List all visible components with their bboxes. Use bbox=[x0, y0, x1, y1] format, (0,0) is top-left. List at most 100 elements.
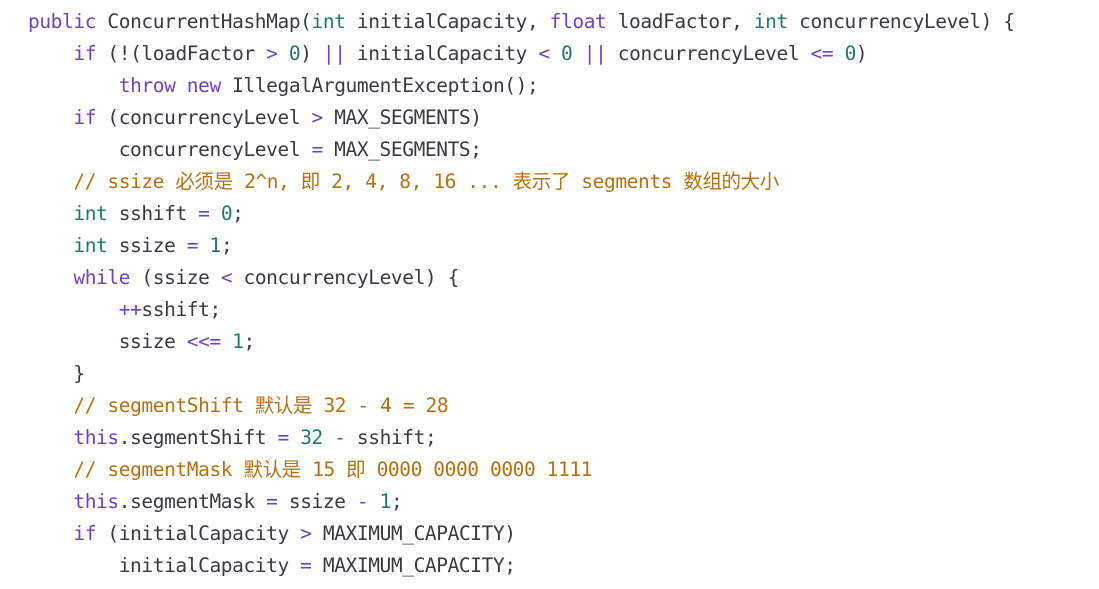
code-token: (initialCapacity bbox=[96, 522, 301, 545]
code-line: ssize <<= 1; bbox=[28, 326, 256, 358]
code-token: int bbox=[311, 10, 346, 33]
code-token: int bbox=[753, 10, 788, 33]
code-token: 1 bbox=[379, 490, 392, 513]
code-token: ; bbox=[220, 234, 233, 257]
code-token: concurrencyLevel bbox=[28, 138, 312, 161]
code-block: public ConcurrentHashMap(int initialCapa… bbox=[0, 0, 1099, 589]
code-line: public ConcurrentHashMap(int initialCapa… bbox=[28, 6, 1015, 38]
code-comment: // ssize 必须是 2^n, 即 2, 4, 8, 16 ... 表示了 … bbox=[73, 170, 779, 193]
code-line: if (concurrencyLevel > MAX_SEGMENTS) bbox=[28, 102, 482, 134]
code-token: < bbox=[220, 266, 233, 289]
code-token: 1 bbox=[209, 234, 221, 257]
code-line: while (ssize < concurrencyLevel) { bbox=[28, 262, 459, 294]
code-token: (!(loadFactor bbox=[96, 42, 267, 65]
code-token: 0 bbox=[844, 42, 857, 65]
code-token: || bbox=[583, 42, 607, 65]
code-token: ) bbox=[300, 42, 323, 65]
code-token: throw bbox=[118, 74, 176, 97]
code-token: > bbox=[266, 42, 278, 65]
code-token: new bbox=[186, 74, 221, 97]
code-token: = bbox=[300, 554, 312, 577]
code-token: this bbox=[73, 426, 119, 449]
code-line: } bbox=[28, 358, 85, 390]
code-token: < bbox=[538, 42, 550, 65]
code-token: if bbox=[73, 522, 97, 545]
code-token: .segmentShift bbox=[118, 426, 278, 449]
code-token: loadFactor, bbox=[606, 10, 754, 33]
code-token: initialCapacity bbox=[28, 554, 301, 577]
code-line: // ssize 必须是 2^n, 即 2, 4, 8, 16 ... 表示了 … bbox=[28, 166, 779, 198]
code-line: if (!(loadFactor > 0) || initialCapacity… bbox=[28, 38, 867, 70]
code-token: } bbox=[28, 362, 85, 385]
code-line: throw new IllegalArgumentException(); bbox=[28, 70, 539, 102]
code-token: initialCapacity bbox=[345, 42, 539, 65]
code-token: int bbox=[73, 234, 108, 257]
code-token: 0 bbox=[220, 202, 233, 225]
code-token: ; bbox=[390, 490, 403, 513]
code-line: if (initialCapacity > MAXIMUM_CAPACITY) bbox=[28, 518, 516, 550]
code-token: IllegalArgumentException(); bbox=[220, 74, 539, 97]
code-token: while bbox=[73, 266, 131, 289]
code-token: concurrencyLevel) { bbox=[787, 10, 1015, 33]
code-token: = bbox=[186, 234, 199, 257]
code-token: = bbox=[198, 202, 210, 225]
code-token: concurrencyLevel bbox=[606, 42, 811, 65]
code-token: - bbox=[334, 426, 346, 449]
code-token: MAXIMUM_CAPACITY; bbox=[311, 554, 516, 577]
code-token: ssize bbox=[28, 330, 187, 353]
code-token: <<= bbox=[186, 330, 221, 353]
code-line: int sshift = 0; bbox=[28, 198, 244, 230]
code-line: initialCapacity = MAXIMUM_CAPACITY; bbox=[28, 550, 516, 582]
code-token: this bbox=[73, 490, 119, 513]
code-token: .segmentMask bbox=[118, 490, 267, 513]
code-token: (ssize bbox=[130, 266, 221, 289]
code-token: = bbox=[311, 138, 324, 161]
code-token: MAX_SEGMENTS) bbox=[322, 106, 482, 129]
code-token: public bbox=[28, 10, 97, 33]
code-token: 1 bbox=[232, 330, 244, 353]
code-line: this.segmentMask = ssize - 1; bbox=[28, 486, 402, 518]
code-token: ssize bbox=[107, 234, 187, 257]
code-token: || bbox=[322, 42, 346, 65]
code-token: > bbox=[311, 106, 324, 129]
code-line: int ssize = 1; bbox=[28, 230, 232, 262]
code-line: // segmentShift 默认是 32 - 4 = 28 bbox=[28, 390, 448, 422]
code-token: ) bbox=[855, 42, 868, 65]
code-token: ; bbox=[232, 202, 244, 225]
code-token: (concurrencyLevel bbox=[96, 106, 312, 129]
code-token: ssize bbox=[277, 490, 357, 513]
code-token: concurrencyLevel) { bbox=[232, 266, 459, 289]
code-token: ++ bbox=[118, 298, 142, 321]
code-token: float bbox=[549, 10, 607, 33]
code-line: this.segmentShift = 32 - sshift; bbox=[28, 422, 436, 454]
code-line: // segmentMask 默认是 15 即 0000 0000 0000 1… bbox=[28, 454, 592, 486]
code-token: if bbox=[73, 106, 97, 129]
code-token: > bbox=[300, 522, 312, 545]
code-token: sshift; bbox=[141, 298, 221, 321]
code-token: MAX_SEGMENTS; bbox=[322, 138, 482, 161]
code-line: concurrencyLevel = MAX_SEGMENTS; bbox=[28, 134, 482, 166]
code-token: 0 bbox=[561, 42, 573, 65]
code-token: 32 bbox=[300, 426, 323, 449]
code-token: = bbox=[266, 490, 278, 513]
code-comment: // segmentMask 默认是 15 即 0000 0000 0000 1… bbox=[73, 458, 593, 481]
code-token: if bbox=[73, 42, 97, 65]
code-token: sshift; bbox=[345, 426, 437, 449]
